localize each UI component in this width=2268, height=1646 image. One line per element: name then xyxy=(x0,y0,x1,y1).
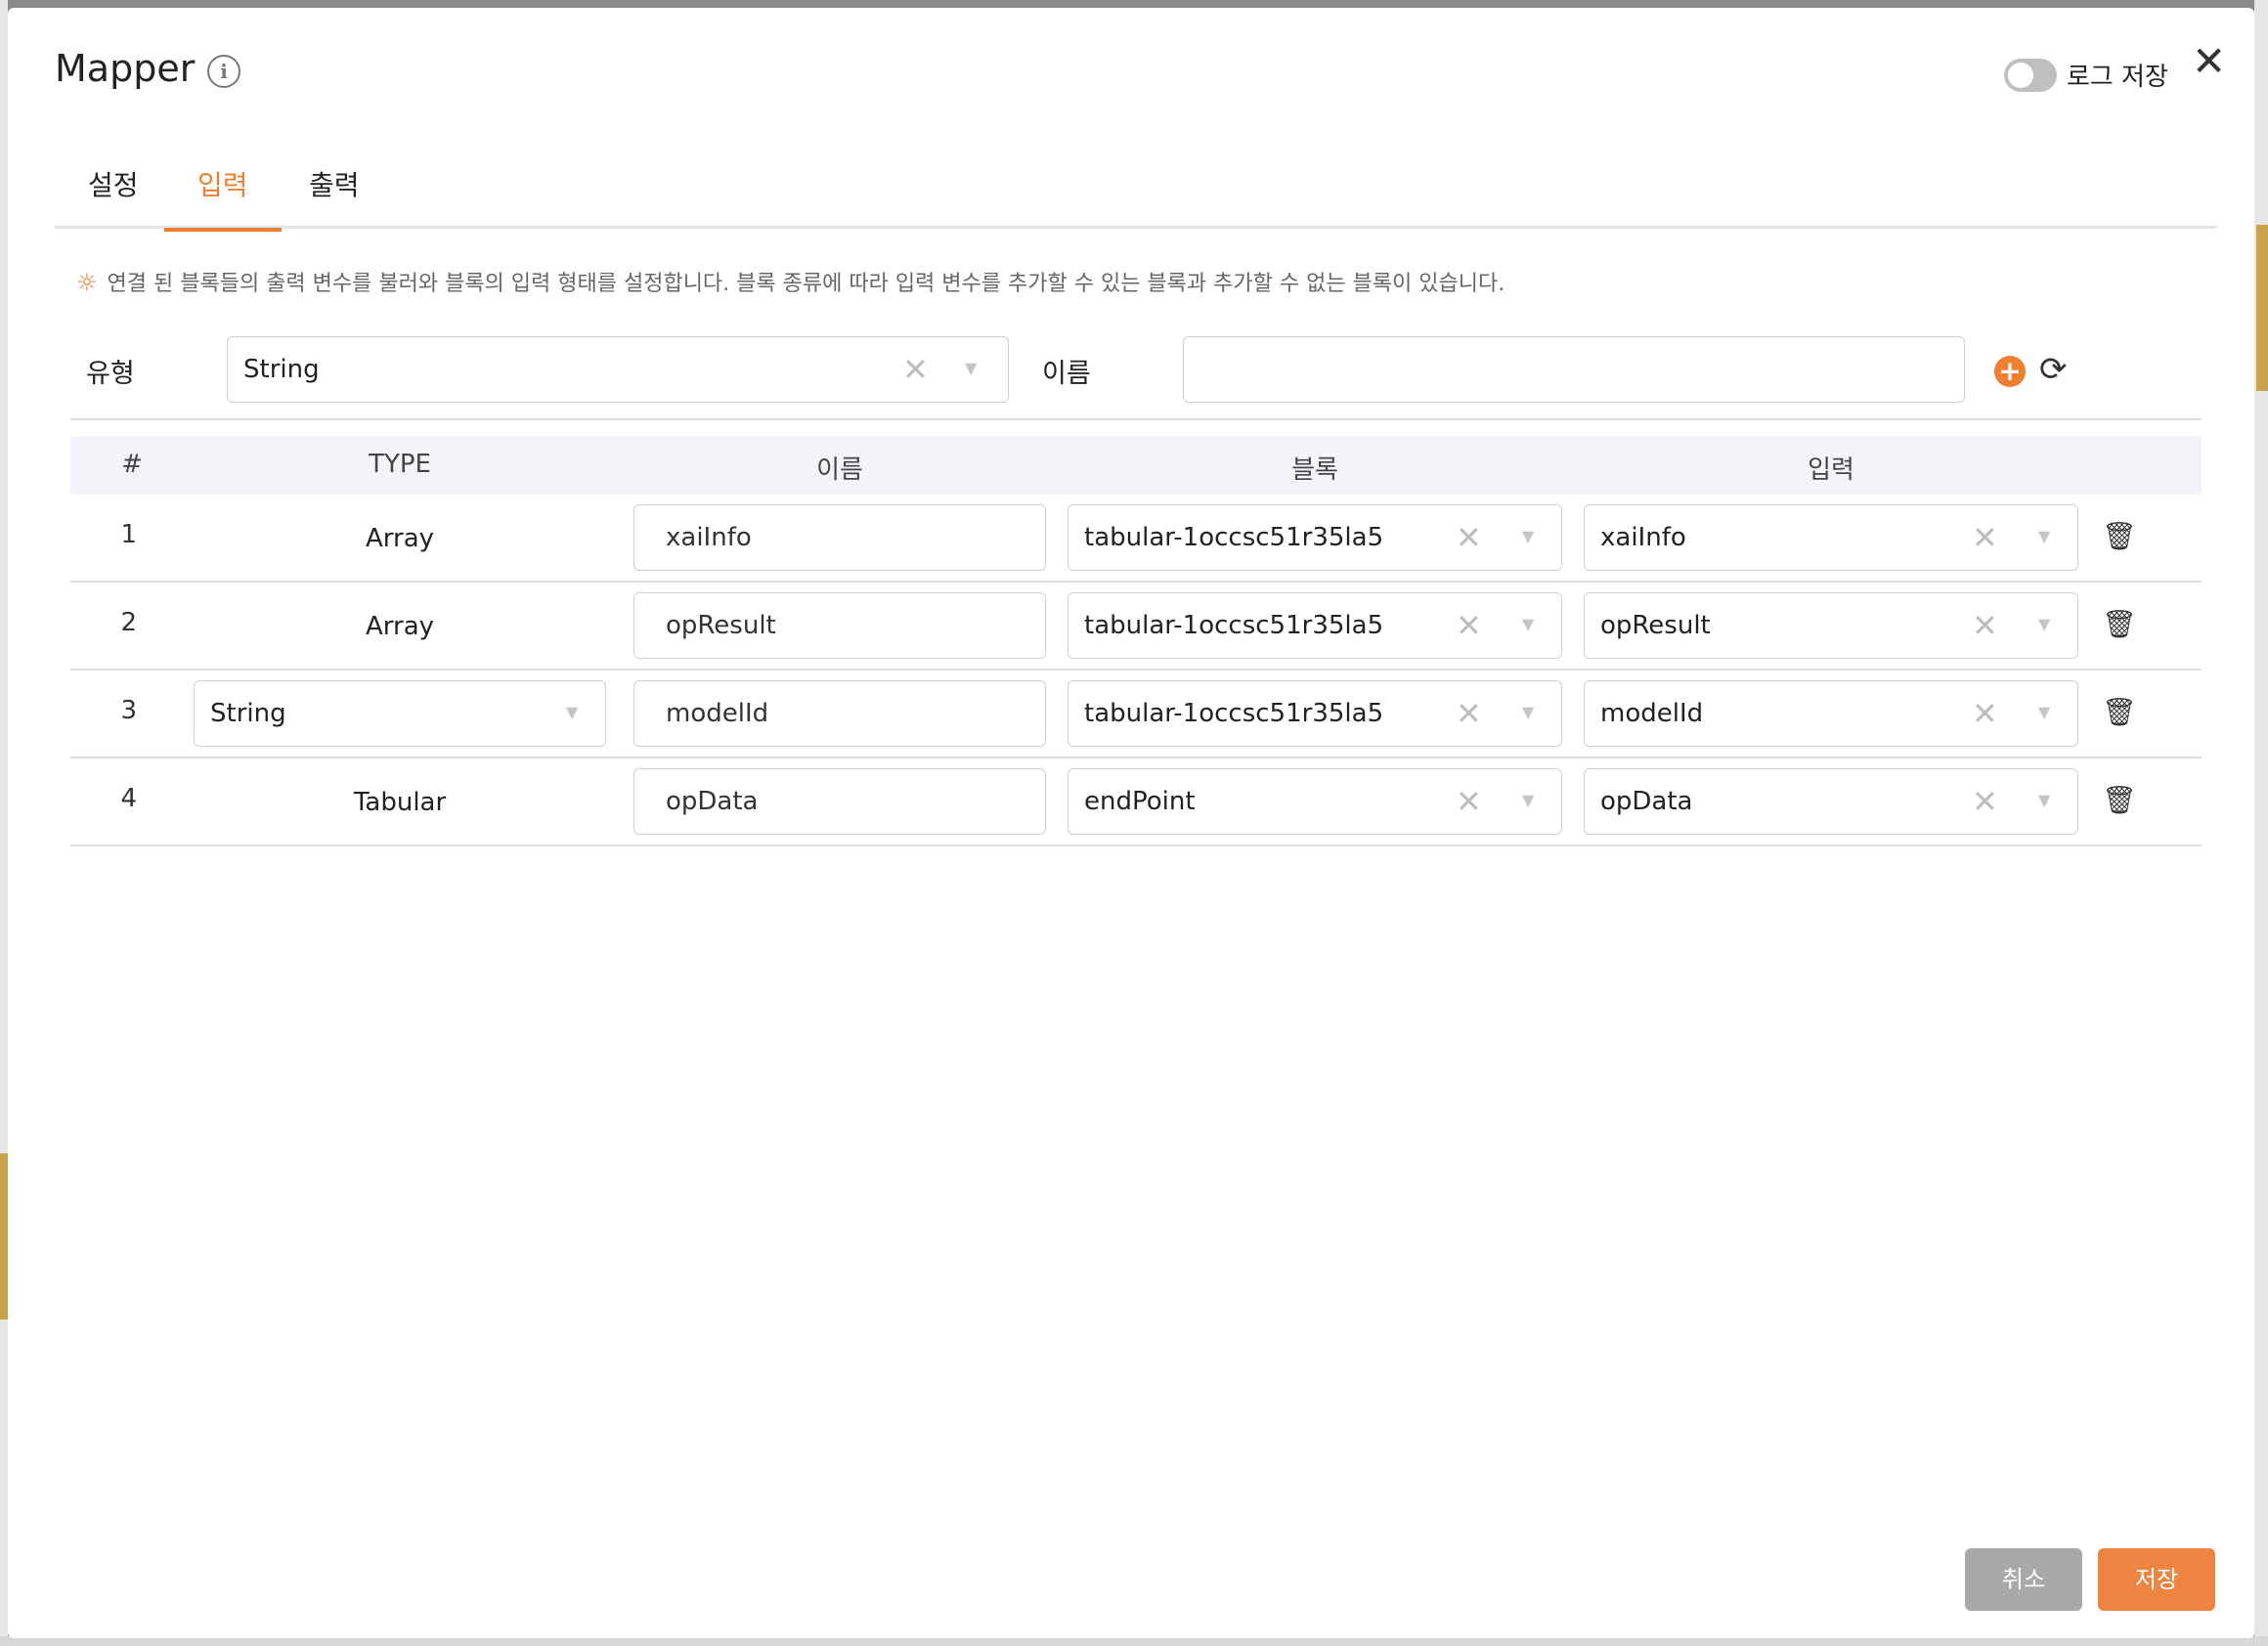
add-icon[interactable]: + xyxy=(1994,356,2026,387)
info-icon[interactable]: i xyxy=(207,55,240,88)
tab-bar: 설정 입력 출력 xyxy=(55,156,2217,232)
row-name-input[interactable] xyxy=(633,592,1046,659)
row-number: 2 xyxy=(120,608,137,637)
trash-icon[interactable]: 🗑 xyxy=(2102,784,2137,816)
row-block-value: endPoint xyxy=(1084,787,1196,816)
row-name-input[interactable] xyxy=(633,504,1046,571)
dialog-title: Mapper xyxy=(55,47,196,90)
row-block-value: tabular-1occsc51r35la5 xyxy=(1084,523,1384,552)
trash-icon[interactable]: 🗑 xyxy=(2102,520,2137,552)
log-save-label: 로그 저장 xyxy=(2067,63,2168,92)
row-type: Array xyxy=(365,524,435,553)
chevron-down-icon: ▼ xyxy=(1522,615,1535,633)
clear-icon[interactable]: ✕ xyxy=(1972,519,1998,556)
chevron-down-icon: ▼ xyxy=(2038,703,2051,721)
row-name-input[interactable] xyxy=(633,680,1046,747)
header-name: 이름 xyxy=(816,455,863,485)
row-input-value: opData xyxy=(1600,787,1693,816)
row-block-select[interactable]: tabular-1occsc51r35la5 ✕ ▼ xyxy=(1068,592,1562,659)
row-type: Array xyxy=(365,612,435,641)
header-input: 입력 xyxy=(1808,455,1854,485)
cancel-button[interactable]: 취소 xyxy=(1965,1548,2082,1611)
clear-icon[interactable]: ✕ xyxy=(1972,783,1998,820)
row-block-value: tabular-1occsc51r35la5 xyxy=(1084,699,1384,728)
row-block-select[interactable]: tabular-1occsc51r35la5 ✕ ▼ xyxy=(1068,680,1562,747)
row-input-select[interactable]: xaiInfo ✕ ▼ xyxy=(1584,504,2078,571)
row-input-value: opResult xyxy=(1600,611,1711,640)
log-save-toggle[interactable] xyxy=(2004,59,2057,92)
table-header: # TYPE 이름 블록 입력 xyxy=(70,436,2202,495)
name-label: 이름 xyxy=(1042,359,1091,389)
trash-icon[interactable]: 🗑 xyxy=(2102,608,2137,640)
trash-icon[interactable]: 🗑 xyxy=(2102,696,2137,728)
row-type-value: String xyxy=(210,699,286,728)
row-type: Tabular xyxy=(353,788,447,817)
table-row: 3 String ▼ tabular-1occsc51r35la5 ✕ ▼ mo… xyxy=(70,671,2202,758)
row-number: 1 xyxy=(120,520,137,549)
toggle-knob xyxy=(2008,63,2033,88)
background-orange-block xyxy=(2256,225,2268,391)
row-number: 4 xyxy=(120,784,137,813)
table-divider xyxy=(70,418,2202,420)
background-left-strip xyxy=(0,0,8,1646)
clear-icon[interactable]: ✕ xyxy=(1456,519,1482,556)
chevron-down-icon: ▼ xyxy=(965,359,978,377)
close-icon[interactable]: ✕ xyxy=(2192,41,2226,82)
header-type: TYPE xyxy=(369,450,431,479)
clear-icon[interactable]: ✕ xyxy=(1972,607,1998,644)
tab-input[interactable]: 입력 xyxy=(164,166,282,232)
hint-text: ☼ 연결 된 블록들의 출력 변수를 불러와 블록의 입력 형태를 설정합니다. … xyxy=(76,266,1505,297)
name-input[interactable] xyxy=(1183,336,1965,403)
type-select[interactable]: String ✕ ▼ xyxy=(227,336,1009,403)
row-block-select[interactable]: endPoint ✕ ▼ xyxy=(1068,768,1562,835)
row-input-select[interactable]: opResult ✕ ▼ xyxy=(1584,592,2078,659)
table-row: 4 Tabular endPoint ✕ ▼ opData ✕ ▼ 🗑 xyxy=(70,758,2202,846)
chevron-down-icon: ▼ xyxy=(566,703,579,721)
row-input-select[interactable]: modelId ✕ ▼ xyxy=(1584,680,2078,747)
tab-output[interactable]: 출력 xyxy=(276,166,393,229)
refresh-icon[interactable]: ⟳ xyxy=(2039,350,2068,389)
clear-icon[interactable]: ✕ xyxy=(902,351,929,388)
mapper-dialog: Mapper i 로그 저장 ✕ 설정 입력 출력 ☼ 연결 된 블록들의 출력 … xyxy=(8,8,2254,1638)
chevron-down-icon: ▼ xyxy=(1522,703,1535,721)
chevron-down-icon: ▼ xyxy=(1522,527,1535,545)
save-button[interactable]: 저장 xyxy=(2098,1548,2215,1611)
row-input-value: modelId xyxy=(1600,699,1704,728)
row-block-select[interactable]: tabular-1occsc51r35la5 ✕ ▼ xyxy=(1068,504,1562,571)
clear-icon[interactable]: ✕ xyxy=(1456,783,1482,820)
clear-icon[interactable]: ✕ xyxy=(1456,607,1482,644)
chevron-down-icon: ▼ xyxy=(2038,791,2051,809)
row-number: 3 xyxy=(120,696,137,725)
chevron-down-icon: ▼ xyxy=(2038,615,2051,633)
table-row: 2 Array tabular-1occsc51r35la5 ✕ ▼ opRes… xyxy=(70,583,2202,671)
lightbulb-icon: ☼ xyxy=(76,269,98,296)
hint-message: 연결 된 블록들의 출력 변수를 불러와 블록의 입력 형태를 설정합니다. 블… xyxy=(107,272,1505,296)
background-orange-block xyxy=(0,1153,8,1320)
header-number: # xyxy=(121,450,143,479)
row-input-select[interactable]: opData ✕ ▼ xyxy=(1584,768,2078,835)
row-input-value: xaiInfo xyxy=(1600,523,1686,552)
tab-settings[interactable]: 설정 xyxy=(55,166,172,229)
chevron-down-icon: ▼ xyxy=(1522,791,1535,809)
clear-icon[interactable]: ✕ xyxy=(1456,695,1482,732)
header-block: 블록 xyxy=(1291,455,1338,485)
row-block-value: tabular-1occsc51r35la5 xyxy=(1084,611,1384,640)
clear-icon[interactable]: ✕ xyxy=(1972,695,1998,732)
table-row: 1 Array tabular-1occsc51r35la5 ✕ ▼ xaiIn… xyxy=(70,495,2202,583)
type-select-value: String xyxy=(243,355,320,384)
row-name-input[interactable] xyxy=(633,768,1046,835)
type-label: 유형 xyxy=(86,359,135,389)
chevron-down-icon: ▼ xyxy=(2038,527,2051,545)
row-type-select[interactable]: String ▼ xyxy=(194,680,606,747)
